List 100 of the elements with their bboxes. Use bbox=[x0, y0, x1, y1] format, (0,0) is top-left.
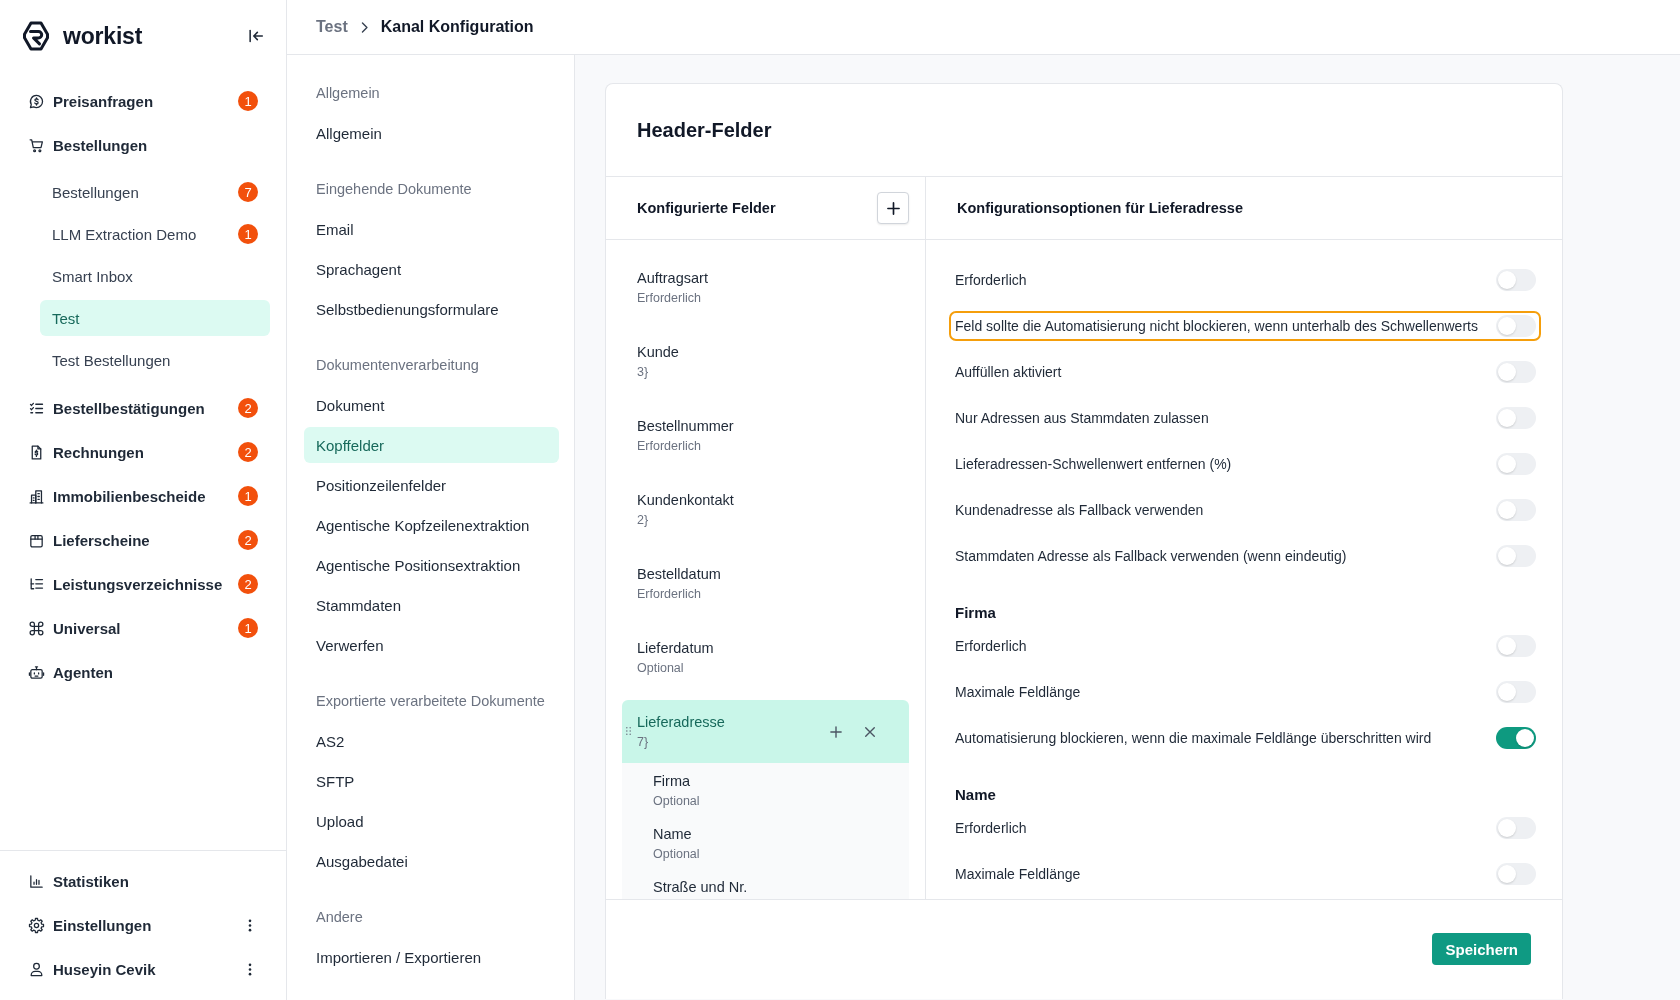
nav-item[interactable]: Huseyin Cevik bbox=[16, 951, 270, 987]
settings-nav-item[interactable]: Ausgabedatei bbox=[304, 843, 559, 879]
command-icon bbox=[28, 619, 45, 637]
count-badge: 2 bbox=[238, 530, 258, 550]
nav-item[interactable]: Rechnungen 2 bbox=[16, 434, 270, 470]
nav-item[interactable]: Preisanfragen 1 bbox=[16, 83, 270, 119]
subfield-item[interactable]: Firma Optional bbox=[653, 770, 909, 811]
bar-chart-icon bbox=[28, 872, 45, 890]
settings-nav-item[interactable]: Agentische Positionsextraktion bbox=[304, 547, 559, 583]
building-icon bbox=[28, 487, 45, 505]
option-row[interactable]: Kundenadresse als Fallback verwenden bbox=[949, 495, 1541, 525]
robot-icon bbox=[28, 663, 45, 681]
toggle-switch[interactable] bbox=[1496, 361, 1536, 383]
add-field-button[interactable] bbox=[877, 192, 909, 224]
section-heading: Eingehende Dokumente bbox=[315, 180, 473, 199]
nav-subitem[interactable]: Test Bestellungen bbox=[40, 342, 270, 378]
option-row[interactable]: Erforderlich bbox=[949, 631, 1541, 661]
settings-nav-item[interactable]: Email bbox=[304, 211, 559, 247]
collapse-sidebar-icon[interactable] bbox=[247, 27, 265, 45]
plus-icon[interactable] bbox=[830, 725, 842, 738]
toggle-switch[interactable] bbox=[1496, 681, 1536, 703]
toggle-switch[interactable] bbox=[1496, 269, 1536, 291]
toggle-switch[interactable] bbox=[1496, 499, 1536, 521]
settings-nav-item[interactable]: Allgemein bbox=[304, 115, 559, 151]
subfield-item[interactable]: Name Optional bbox=[653, 823, 909, 864]
nav-item[interactable]: Agenten bbox=[16, 654, 270, 690]
field-item[interactable]: Kunde 3} bbox=[622, 330, 909, 393]
logo-text: workist bbox=[63, 22, 143, 50]
settings-nav-item[interactable]: Sprachagent bbox=[304, 251, 559, 287]
nav-item[interactable]: Leistungsverzeichnisse 2 bbox=[16, 566, 270, 602]
option-row[interactable]: Nur Adressen aus Stammdaten zulassen bbox=[949, 403, 1541, 433]
nav-subitem[interactable]: LLM Extraction Demo 1 bbox=[40, 216, 270, 252]
panel-title: Konfigurationsoptionen für Lieferadresse bbox=[957, 200, 1243, 216]
section-heading: Andere bbox=[315, 908, 364, 927]
count-badge: 7 bbox=[238, 182, 258, 202]
field-item[interactable]: Kundenkontakt 2} bbox=[622, 478, 909, 541]
drag-handle-icon[interactable] bbox=[626, 726, 631, 736]
field-item[interactable]: Auftragsart Erforderlich bbox=[622, 256, 909, 319]
toggle-switch[interactable] bbox=[1496, 817, 1536, 839]
option-row[interactable]: Lieferadressen-Schwellenwert entfernen (%) bbox=[949, 449, 1541, 479]
group-heading: Name bbox=[955, 785, 997, 805]
nav-subitem[interactable]: Smart Inbox bbox=[40, 258, 270, 294]
option-row[interactable]: Feld sollte die Automatisierung nicht blockieren, wenn unterhalb des Schwellenwerts bbox=[949, 311, 1541, 341]
option-row[interactable]: Erforderlich bbox=[949, 265, 1541, 295]
settings-nav-item[interactable]: Verwerfen bbox=[304, 627, 559, 663]
toggle-switch[interactable] bbox=[1496, 863, 1536, 885]
nav-item[interactable]: Statistiken bbox=[16, 863, 270, 899]
nav-item[interactable]: Bestellbestätigungen 2 bbox=[16, 390, 270, 426]
nav-subitem[interactable]: Bestellungen 7 bbox=[40, 174, 270, 210]
toggle-switch[interactable] bbox=[1496, 407, 1536, 429]
toggle-switch[interactable] bbox=[1496, 727, 1536, 749]
breadcrumb-link[interactable]: Test bbox=[316, 18, 348, 36]
field-item[interactable]: Lieferdatum Optional bbox=[622, 626, 909, 689]
subfield-item[interactable]: Straße und Nr. bbox=[653, 876, 909, 898]
toggle-switch[interactable] bbox=[1496, 545, 1536, 567]
plus-icon bbox=[886, 201, 900, 215]
nav-subitem[interactable]: Test bbox=[40, 300, 270, 336]
toggle-switch[interactable] bbox=[1496, 635, 1536, 657]
nav-item[interactable]: Lieferscheine 2 bbox=[16, 522, 270, 558]
breadcrumb-link[interactable]: Kanal Konfiguration bbox=[380, 18, 534, 36]
settings-nav-item[interactable]: Selbstbedienungsformulare bbox=[304, 291, 559, 327]
field-item[interactable]: Lieferadresse 7} bbox=[622, 700, 909, 763]
settings-nav-item[interactable]: Upload bbox=[304, 803, 559, 839]
card-title: Header-Felder bbox=[637, 118, 772, 142]
count-badge: 1 bbox=[238, 486, 258, 506]
save-button[interactable]: Speichern bbox=[1432, 933, 1531, 965]
chevron-right-icon bbox=[359, 20, 369, 34]
settings-nav-item[interactable]: Kopffelder bbox=[304, 427, 559, 463]
settings-nav-item[interactable]: Positionzeilenfelder bbox=[304, 467, 559, 503]
user-icon bbox=[28, 960, 45, 978]
nav-item[interactable]: Bestellungen bbox=[16, 127, 270, 163]
field-item[interactable]: Bestellnummer Erforderlich bbox=[622, 404, 909, 467]
count-badge: 2 bbox=[238, 398, 258, 418]
speech-bubble-dollar-icon bbox=[28, 92, 45, 110]
group-heading: Firma bbox=[955, 603, 997, 623]
toggle-switch[interactable] bbox=[1496, 453, 1536, 475]
logo-icon bbox=[20, 20, 52, 52]
nav-item[interactable]: Immobilienbescheide 1 bbox=[16, 478, 270, 514]
settings-nav-item[interactable]: Importieren / Exportieren bbox=[304, 939, 559, 975]
more-options-icon[interactable] bbox=[248, 918, 252, 932]
settings-nav-item[interactable]: Stammdaten bbox=[304, 587, 559, 623]
option-row[interactable]: Auffüllen aktiviert bbox=[949, 357, 1541, 387]
toggle-switch[interactable] bbox=[1496, 315, 1536, 337]
option-row[interactable]: Maximale Feldlänge bbox=[949, 859, 1541, 889]
settings-nav-item[interactable]: Agentische Kopfzeilenextraktion bbox=[304, 507, 559, 543]
more-options-icon[interactable] bbox=[248, 962, 252, 976]
settings-nav-item[interactable]: AS2 bbox=[304, 723, 559, 759]
option-row[interactable]: Automatisierung blockieren, wenn die maximale Feldlänge überschritten wird bbox=[949, 723, 1541, 753]
field-item[interactable]: Bestelldatum Erforderlich bbox=[622, 552, 909, 615]
nav-item[interactable]: Universal 1 bbox=[16, 610, 270, 646]
settings-nav-item[interactable]: SFTP bbox=[304, 763, 559, 799]
close-icon[interactable] bbox=[864, 725, 876, 738]
option-row[interactable]: Stammdaten Adresse als Fallback verwenden (wenn eindeutig) bbox=[949, 541, 1541, 571]
option-row[interactable]: Erforderlich bbox=[949, 813, 1541, 843]
count-badge: 1 bbox=[238, 224, 258, 244]
option-row[interactable]: Maximale Feldlänge bbox=[949, 677, 1541, 707]
section-heading: Allgemein bbox=[315, 84, 381, 103]
nav-item[interactable]: Einstellungen bbox=[16, 907, 270, 943]
count-badge: 2 bbox=[238, 574, 258, 594]
settings-nav-item[interactable]: Dokument bbox=[304, 387, 559, 423]
